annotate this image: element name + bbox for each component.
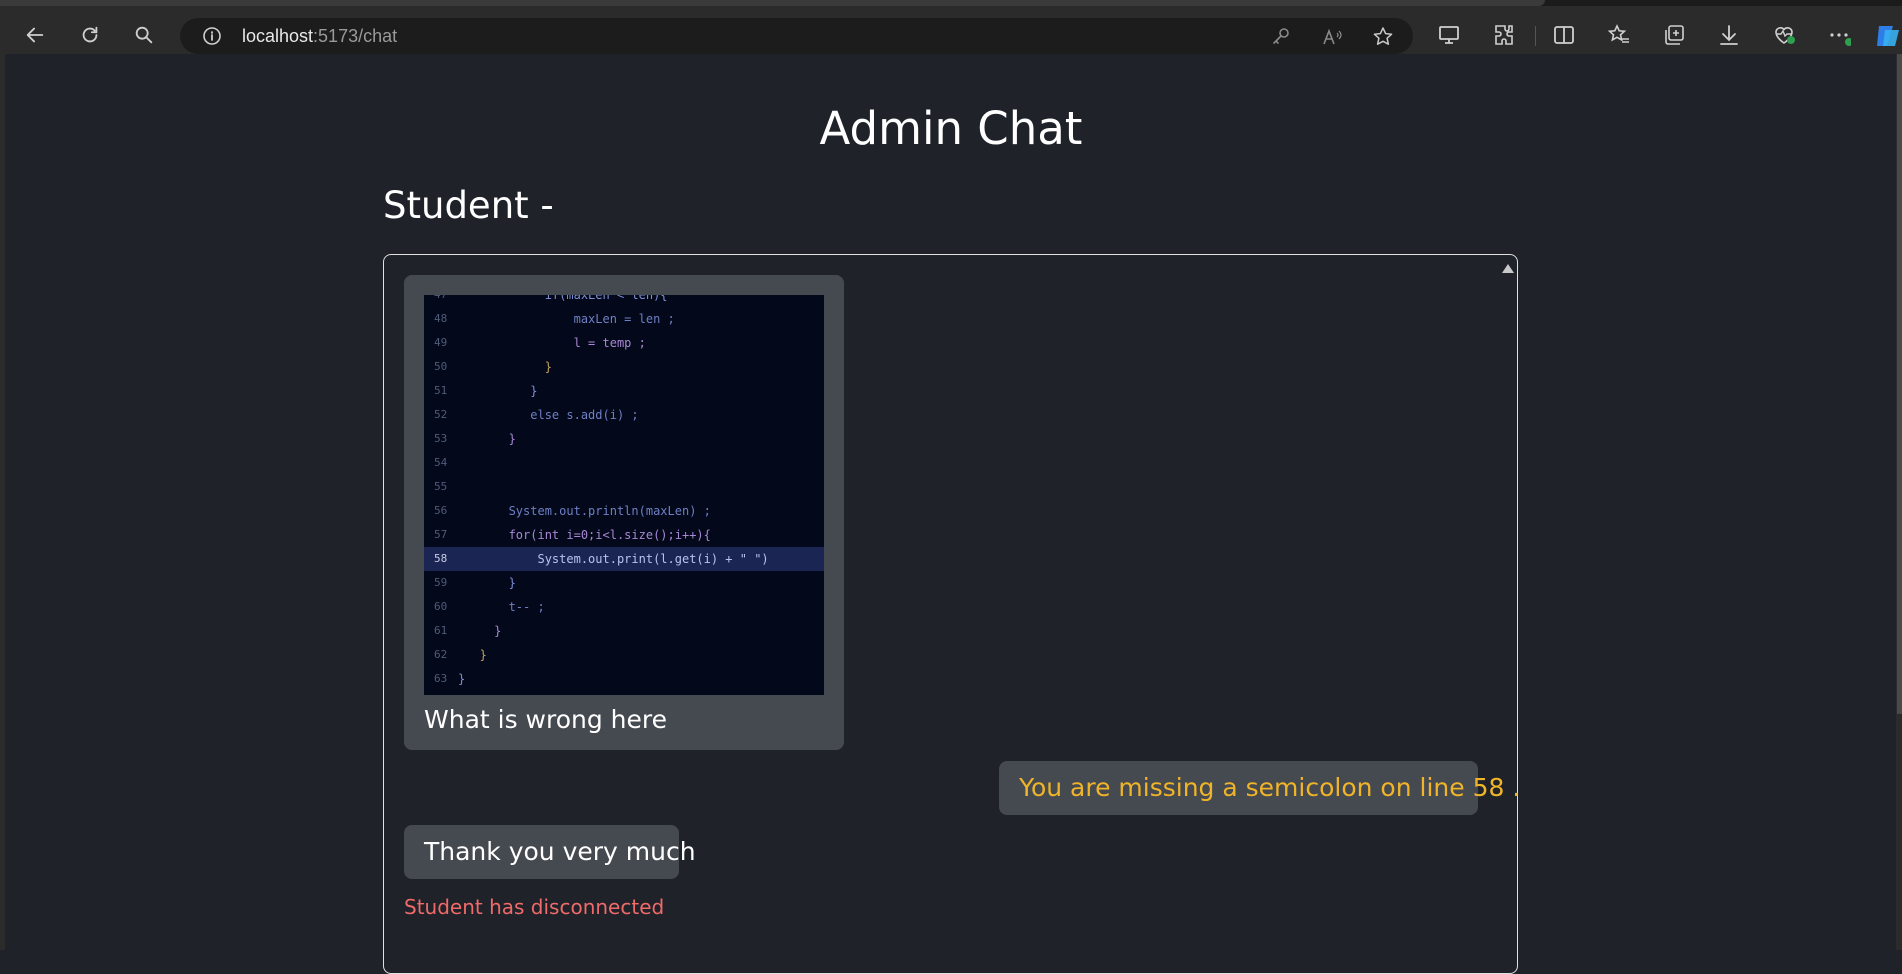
code-line-text: } xyxy=(458,624,502,638)
browser-toolbar: localhost:5173/chat xyxy=(0,6,1902,54)
code-line-number: 50 xyxy=(434,360,448,373)
code-line-number: 60 xyxy=(434,600,448,613)
back-icon[interactable] xyxy=(18,18,52,52)
code-line: 51 } xyxy=(424,379,824,403)
chat-subtitle: Student - xyxy=(383,184,554,227)
code-line-number: 58 xyxy=(434,552,448,565)
admin-message-text: You are missing a semicolon on line 58 . xyxy=(1019,773,1521,802)
code-line-text: System.out.print(l.get(i) + " ") xyxy=(458,552,769,566)
code-line-text: t-- ; xyxy=(458,600,545,614)
code-line-text: if(maxLen < len){ xyxy=(458,295,668,302)
code-line-number: 59 xyxy=(434,576,448,589)
code-line: 53 } xyxy=(424,427,824,451)
code-line-text: } xyxy=(458,384,538,398)
code-line-text: for(int i=0;i<l.size();i++){ xyxy=(458,528,711,542)
code-line-text: System.out.println(maxLen) ; xyxy=(458,504,711,518)
search-icon[interactable] xyxy=(127,18,161,52)
code-line: 47 if(maxLen < len){ xyxy=(424,295,824,307)
address-bar[interactable]: localhost:5173/chat xyxy=(180,18,1413,54)
code-line-text: l = temp ; xyxy=(458,336,646,350)
code-line-number: 57 xyxy=(434,528,448,541)
code-line: 60 t-- ; xyxy=(424,595,824,619)
code-screenshot-image[interactable]: 47 if(maxLen < len){48 maxLen = len ;49 … xyxy=(424,295,824,695)
code-line-text: } xyxy=(458,360,552,374)
key-icon[interactable] xyxy=(1270,26,1292,48)
extensions-icon[interactable] xyxy=(1491,22,1517,48)
monitor-icon[interactable] xyxy=(1436,22,1462,48)
info-icon[interactable] xyxy=(202,26,222,46)
code-line: 52 else s.add(i) ; xyxy=(424,403,824,427)
code-line: 49 l = temp ; xyxy=(424,331,824,355)
favorite-star-icon[interactable] xyxy=(1372,26,1394,48)
code-line: 56 System.out.println(maxLen) ; xyxy=(424,499,824,523)
code-line-number: 61 xyxy=(434,624,448,637)
url-host: localhost xyxy=(242,26,314,46)
refresh-icon[interactable] xyxy=(73,18,107,52)
url-text[interactable]: localhost:5173/chat xyxy=(242,26,397,47)
health-icon[interactable] xyxy=(1771,22,1797,48)
download-icon[interactable] xyxy=(1716,22,1742,48)
code-line-number: 51 xyxy=(434,384,448,397)
code-line-number: 53 xyxy=(434,432,448,445)
disconnect-status: Student has disconnected xyxy=(404,895,665,919)
code-line-text: } xyxy=(458,672,466,686)
code-line-number: 52 xyxy=(434,408,448,421)
student-message-text: Thank you very much xyxy=(424,837,696,866)
student-image-message: 47 if(maxLen < len){48 maxLen = len ;49 … xyxy=(404,275,844,750)
page-title: Admin Chat xyxy=(819,102,1083,155)
code-line-number: 55 xyxy=(434,480,448,493)
code-line: 61 } xyxy=(424,619,824,643)
code-line-text: } xyxy=(458,576,516,590)
code-line: 63} xyxy=(424,667,824,691)
code-line: 48 maxLen = len ; xyxy=(424,307,824,331)
code-line: 54 xyxy=(424,451,824,475)
code-line-number: 48 xyxy=(434,312,448,325)
message-caption: What is wrong here xyxy=(424,705,668,734)
more-icon[interactable] xyxy=(1826,22,1852,48)
code-line: 58 System.out.print(l.get(i) + " ") xyxy=(424,547,824,571)
code-line-text: else s.add(i) ; xyxy=(458,408,639,422)
read-aloud-icon[interactable] xyxy=(1321,26,1343,48)
code-line: 59 } xyxy=(424,571,824,595)
code-line-number: 54 xyxy=(434,456,448,469)
code-line: 62 } xyxy=(424,643,824,667)
code-line-number: 63 xyxy=(434,672,448,685)
url-path: :5173/chat xyxy=(313,26,398,46)
student-message: Thank you very much xyxy=(404,825,696,879)
code-line: 50 } xyxy=(424,355,824,379)
collections-icon[interactable] xyxy=(1661,22,1687,48)
code-line: 57 for(int i=0;i<l.size();i++){ xyxy=(424,523,824,547)
chat-scroll-up-arrow[interactable] xyxy=(1502,264,1514,273)
admin-message: You are missing a semicolon on line 58 . xyxy=(999,761,1520,815)
copilot-icon[interactable] xyxy=(1873,22,1902,50)
toolbar-separator xyxy=(1535,26,1536,46)
favorites-icon[interactable] xyxy=(1606,22,1632,48)
code-line-text: } xyxy=(458,432,516,446)
code-line-text: maxLen = len ; xyxy=(458,312,675,326)
code-line-number: 47 xyxy=(434,295,447,307)
code-line-text: } xyxy=(458,648,487,662)
code-line: 55 xyxy=(424,475,824,499)
code-line-number: 62 xyxy=(434,648,448,661)
code-line-number: 49 xyxy=(434,336,448,349)
code-line-number: 56 xyxy=(434,504,448,517)
split-screen-icon[interactable] xyxy=(1551,22,1577,48)
